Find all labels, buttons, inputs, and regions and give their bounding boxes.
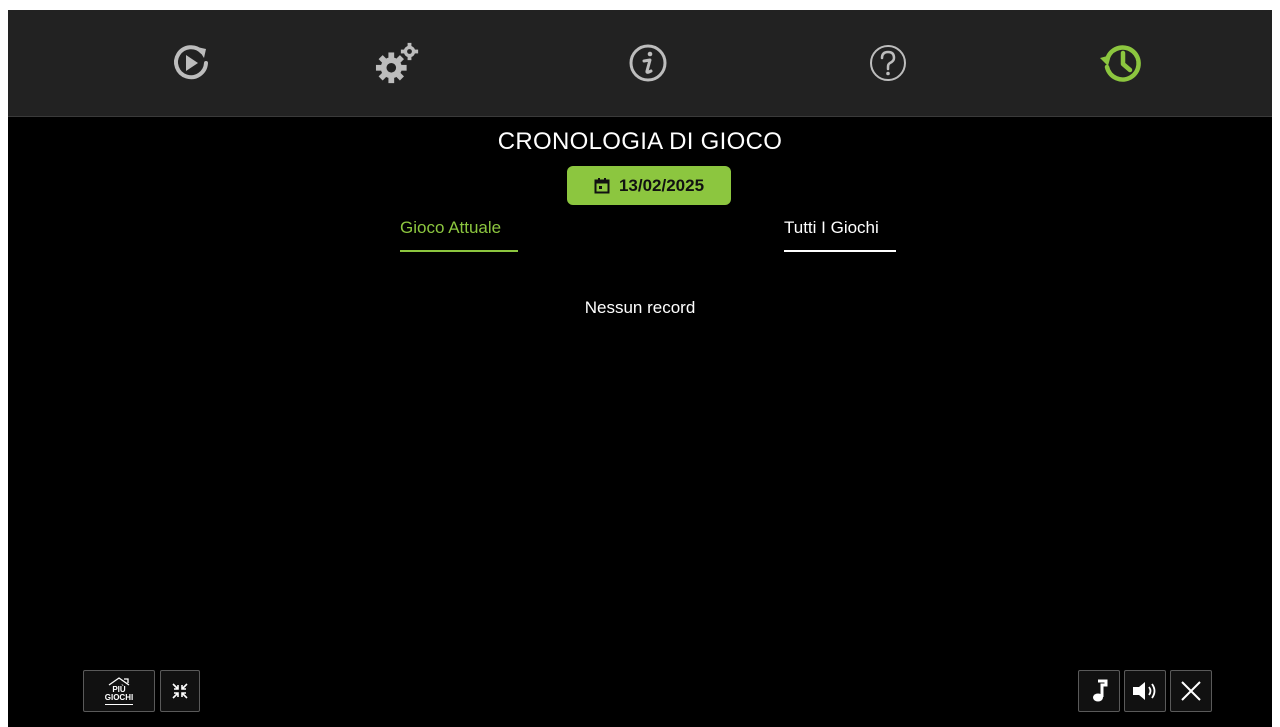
restart-button[interactable]: [168, 40, 214, 86]
more-games-label-line2: GIOCHI: [104, 693, 134, 702]
exit-fullscreen-button[interactable]: [160, 670, 200, 712]
close-icon: [1181, 681, 1201, 701]
history-icon: [1100, 45, 1141, 82]
empty-message: Nessun record: [584, 298, 696, 317]
calendar-icon: [594, 177, 610, 193]
music-toggle-button[interactable]: [1078, 670, 1120, 712]
music-icon: [1093, 679, 1108, 702]
shrink-icon: [172, 683, 188, 699]
tab-all-games[interactable]: Tutti I Giochi: [784, 218, 896, 252]
sound-toggle-button[interactable]: [1124, 670, 1166, 712]
more-games-underline: [105, 704, 133, 705]
help-icon: [870, 45, 906, 81]
date-picker-button[interactable]: 13/02/2025: [567, 166, 731, 205]
info-icon: [629, 44, 667, 82]
more-games-button[interactable]: PIÙ GIOCHI: [83, 670, 155, 712]
restart-icon: [174, 45, 208, 80]
date-value: 13/02/2025: [618, 175, 705, 195]
history-button[interactable]: [1098, 40, 1144, 86]
tab-current-game[interactable]: Gioco Attuale: [400, 218, 518, 252]
help-button[interactable]: [865, 40, 911, 86]
top-toolbar: [8, 10, 1272, 117]
settings-icon: [375, 42, 419, 84]
close-button[interactable]: [1170, 670, 1212, 712]
game-app: CRONOLOGIA DI GIOCO 13/02/2025 Gioco Att…: [8, 10, 1272, 727]
info-button[interactable]: [625, 40, 671, 86]
sound-icon: [1133, 682, 1156, 700]
settings-button[interactable]: [375, 40, 421, 86]
page-title: CRONOLOGIA DI GIOCO: [497, 128, 783, 155]
